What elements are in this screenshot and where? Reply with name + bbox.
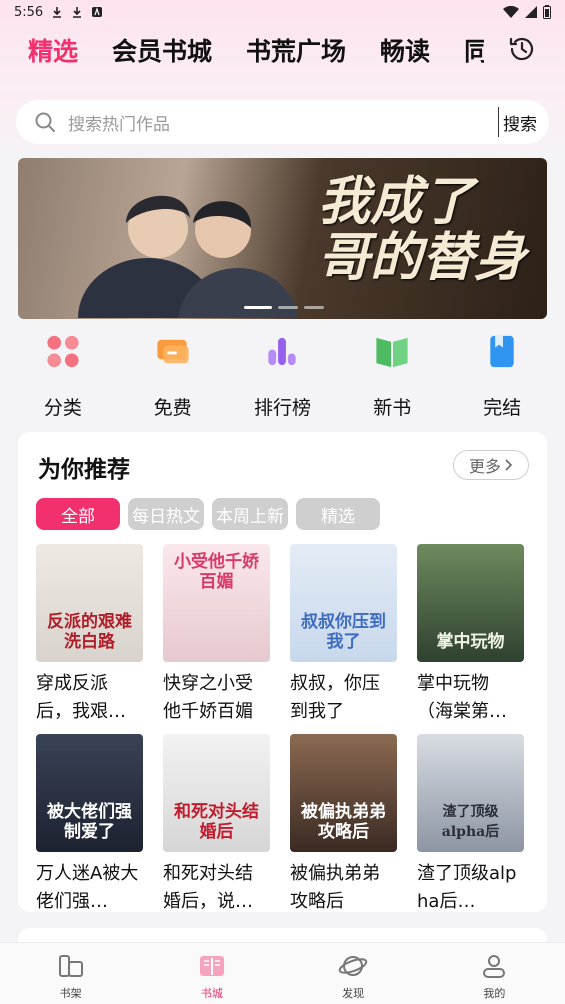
bookmark-icon [490, 335, 514, 368]
ticket-icon [157, 339, 189, 364]
search-icon [35, 112, 55, 132]
planet-icon [338, 956, 368, 976]
chevron-right-icon [505, 459, 513, 471]
book-item[interactable]: 小受他千娇百媚 快穿之小受他千娇百媚 [163, 544, 270, 726]
top-tab-bar: 精选 会员书城 书荒广场 畅读 同 [0, 28, 565, 72]
bookstore-icon [199, 956, 224, 976]
category-fenlei[interactable]: 分类 [18, 328, 108, 420]
search-input[interactable]: 搜索热门作品 [68, 110, 498, 135]
more-button[interactable]: 更多 [453, 450, 529, 480]
banner-dot [304, 306, 324, 309]
book-cover: 反派的艰难洗白路 [36, 544, 143, 662]
book-item[interactable]: 和死对头结婚后 和死对头结婚后，说… [163, 734, 270, 916]
book-title: 万人迷A被大佬们强… [36, 863, 139, 912]
tab-truncated[interactable]: 同 [464, 32, 484, 68]
book-cover: 和死对头结婚后 [163, 734, 270, 852]
download-icon [53, 7, 62, 18]
category-shortcuts: 分类 免费 排行榜 新书 完结 [0, 328, 565, 420]
category-ranking[interactable]: 排行榜 [237, 328, 327, 420]
book-title: 渣了顶级alpha后… [417, 863, 517, 912]
bottom-nav: 书架 书城 发现 我的 [0, 942, 565, 1004]
book-title: 穿成反派后，我艰… [36, 673, 126, 722]
book-cover: 渣了顶级alpha后 [417, 734, 524, 852]
book-grid: 反派的艰难洗白路 穿成反派后，我艰… 小受他千娇百媚 快穿之小受他千娇百媚 叔叔… [36, 544, 536, 916]
tab-jingxuan[interactable]: 精选 [28, 32, 78, 68]
nav-discover[interactable]: 发现 [303, 943, 403, 1004]
book-cover: 掌中玩物 [417, 544, 524, 662]
nav-profile[interactable]: 我的 [444, 943, 544, 1004]
history-icon[interactable] [507, 34, 537, 64]
banner-title: 我成了 哥的替身 [318, 171, 527, 288]
book-title: 快穿之小受他千娇百媚 [163, 673, 253, 722]
recommend-card: 为你推荐 更多 全部 每日热文 本周上新 精选 反派的艰难洗白路 穿成反派后，我… [18, 432, 547, 912]
search-button[interactable]: 搜索 [499, 110, 549, 135]
book-item[interactable]: 被偏执弟弟攻略后 被偏执弟弟攻略后 [290, 734, 397, 916]
tab-member-store[interactable]: 会员书城 [112, 32, 212, 68]
category-free[interactable]: 免费 [128, 328, 218, 420]
banner-illustration [78, 195, 298, 318]
category-completed[interactable]: 完结 [457, 328, 547, 420]
promo-banner[interactable]: 我成了 哥的替身 [18, 158, 547, 319]
nav-bookshelf[interactable]: 书架 [21, 943, 121, 1004]
bar-chart-icon [268, 337, 297, 366]
chip-all[interactable]: 全部 [36, 498, 120, 530]
book-cover: 小受他千娇百媚 [163, 544, 270, 662]
book-title: 和死对头结婚后，说… [163, 863, 253, 912]
nav-bookstore[interactable]: 书城 [162, 943, 262, 1004]
section-title: 为你推荐 [38, 457, 130, 483]
status-bar: 5:56 [0, 0, 565, 24]
tab-changdu[interactable]: 畅读 [380, 32, 430, 68]
book-title: 掌中玩物（海棠第… [417, 673, 507, 722]
search-bar[interactable]: 搜索热门作品 搜索 [16, 100, 549, 144]
signal-icon [525, 6, 537, 18]
book-cover: 叔叔你压到我了 [290, 544, 397, 662]
book-item[interactable]: 掌中玩物 掌中玩物（海棠第… [417, 544, 524, 726]
banner-dot [278, 306, 298, 309]
open-book-icon [376, 337, 408, 368]
book-item[interactable]: 渣了顶级alpha后 渣了顶级alpha后… [417, 734, 524, 916]
app-notification-icon [92, 7, 103, 17]
tab-book-square[interactable]: 书荒广场 [246, 32, 346, 68]
banner-dot [244, 306, 272, 309]
chip-weekly-new[interactable]: 本周上新 [212, 498, 288, 530]
book-cover: 被偏执弟弟攻略后 [290, 734, 397, 852]
chip-featured[interactable]: 精选 [296, 498, 380, 530]
download-icon [73, 7, 82, 18]
book-title: 被偏执弟弟攻略后 [290, 863, 380, 912]
status-time: 5:56 [14, 4, 44, 20]
book-title: 叔叔，你压到我了 [290, 673, 380, 722]
clover-icon [47, 335, 79, 368]
book-item[interactable]: 叔叔你压到我了 叔叔，你压到我了 [290, 544, 397, 726]
chip-daily-hot[interactable]: 每日热文 [128, 498, 204, 530]
book-cover: 被大佬们强制爱了 [36, 734, 143, 852]
book-item[interactable]: 被大佬们强制爱了 万人迷A被大佬们强… [36, 734, 143, 916]
book-item[interactable]: 反派的艰难洗白路 穿成反派后，我艰… [36, 544, 143, 726]
wifi-icon [503, 6, 519, 18]
battery-icon [543, 5, 551, 19]
bookshelf-icon [58, 955, 83, 977]
profile-icon [483, 955, 506, 978]
category-new-books[interactable]: 新书 [347, 328, 437, 420]
banner-pagination [244, 306, 324, 309]
filter-chips: 全部 每日热文 本周上新 精选 [36, 498, 380, 530]
